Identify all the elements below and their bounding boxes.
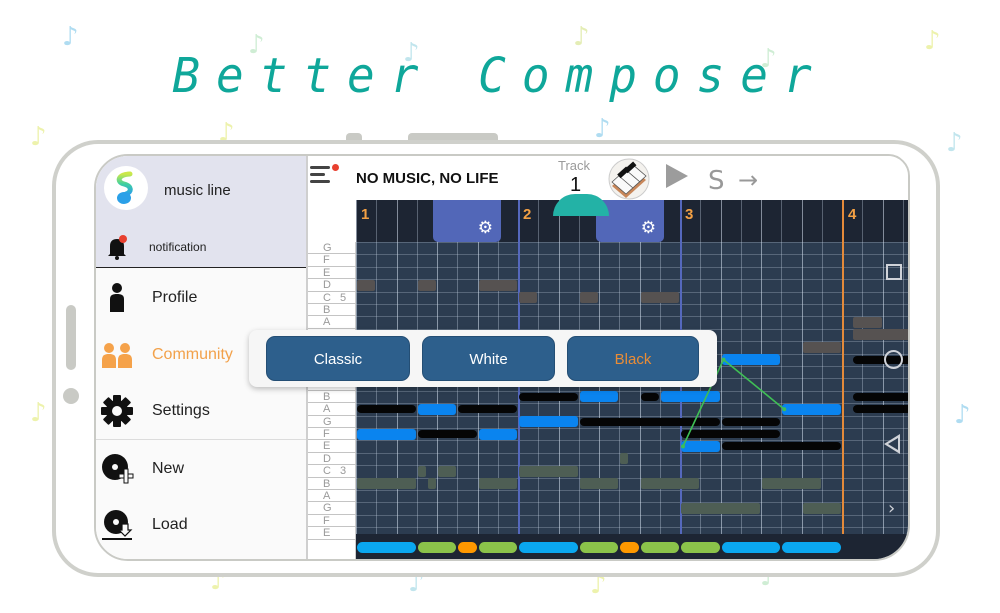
note-anchor <box>721 357 726 362</box>
gear-icon <box>100 394 134 428</box>
piano-key[interactable]: B <box>308 478 356 490</box>
back-nav-icon-inner <box>888 438 898 450</box>
notification-dot <box>332 164 339 171</box>
piano-key[interactable]: E <box>308 267 356 280</box>
chord-block[interactable] <box>417 542 457 553</box>
piano-key[interactable]: F <box>308 254 356 267</box>
decorative-note-icon: ♪ <box>954 400 971 430</box>
piano-key[interactable]: D <box>308 279 356 292</box>
menu-item-load[interactable]: Load <box>96 497 306 553</box>
piano-key[interactable]: G <box>308 242 356 255</box>
drawer-header: music line notification <box>96 156 306 268</box>
piano-key[interactable]: C5 <box>308 292 356 304</box>
note-anchor <box>681 444 685 449</box>
menu-item-label: New <box>152 460 185 477</box>
chord-block[interactable] <box>681 542 720 553</box>
octave-label: 3 <box>340 465 347 478</box>
menu-item-label: Profile <box>152 289 198 306</box>
person-icon <box>100 281 134 315</box>
promo-stage: ♪ ♪ ♪ ♪ ♪ ♪ ♪ ♪ ♪ ♪ ♪ ♪ ♪ ♪ ♪ ♪ Better C… <box>0 0 1000 613</box>
menu-item-label: Load <box>152 516 188 533</box>
track-number[interactable]: 1 <box>570 174 581 197</box>
track-label: Track <box>558 158 591 173</box>
piano-key[interactable]: G <box>308 416 356 428</box>
notification-label[interactable]: notification <box>149 240 206 254</box>
song-title[interactable]: NO MUSIC, NO LIFE <box>356 170 499 187</box>
piano-instrument-icon[interactable] <box>608 158 650 200</box>
menu-item-label: Community <box>152 346 233 363</box>
menu-icon[interactable] <box>310 164 339 186</box>
bell-icon[interactable] <box>106 234 130 267</box>
next-track-button[interactable]: → <box>738 166 758 194</box>
theme-classic-button[interactable]: Classic <box>266 336 410 381</box>
chord-block[interactable] <box>519 542 578 553</box>
phone-camera <box>63 388 79 404</box>
piano-key[interactable]: C3 <box>308 465 356 478</box>
app-name: music line <box>164 182 231 199</box>
piano-key[interactable]: G <box>308 502 356 515</box>
chord-block[interactable] <box>579 542 619 553</box>
menu-item-new[interactable]: New <box>96 441 306 497</box>
app-logo-icon <box>104 166 148 210</box>
drawer-divider <box>96 439 306 440</box>
track-indicator <box>553 194 609 216</box>
piano-key[interactable]: F <box>308 428 356 441</box>
piano-key[interactable]: A <box>308 403 356 416</box>
more-nav-icon[interactable]: › <box>888 498 895 519</box>
menu-item-settings[interactable]: Settings <box>96 383 306 439</box>
chord-block[interactable] <box>458 542 477 553</box>
play-button[interactable] <box>666 164 688 188</box>
home-nav-icon[interactable] <box>884 350 903 369</box>
piano-key[interactable]: B <box>308 391 356 404</box>
theme-white-button[interactable]: White <box>422 336 555 381</box>
octave-label: 5 <box>340 291 347 304</box>
menu-item-profile[interactable]: Profile <box>96 270 306 326</box>
chord-block[interactable] <box>357 542 416 553</box>
menu-item-label: Settings <box>152 402 210 419</box>
piano-key[interactable]: D <box>308 453 356 466</box>
piano-key[interactable]: A <box>308 490 356 503</box>
theme-selector-popup: Classic White Black <box>249 330 717 387</box>
chord-block[interactable] <box>620 542 639 553</box>
decorative-note-icon: ♪ <box>30 398 47 428</box>
chord-block[interactable] <box>721 542 781 553</box>
headline: Better Composer <box>172 46 828 104</box>
chord-block[interactable] <box>478 542 517 553</box>
load-disc-icon <box>100 508 134 542</box>
piano-key[interactable]: B <box>308 304 356 317</box>
piano-key[interactable]: A <box>308 316 356 329</box>
new-disc-icon <box>100 452 134 486</box>
community-icon <box>100 338 134 372</box>
chord-block[interactable] <box>782 542 841 553</box>
note-anchor <box>782 407 787 412</box>
piano-keys[interactable]: GFEDC5BAGFEDC4BAGFEDC3BAGFE <box>308 242 356 559</box>
top-bar: NO MUSIC, NO LIFE Track 1 S → <box>308 156 908 216</box>
piano-key[interactable]: E <box>308 527 356 540</box>
piano-key[interactable]: F <box>308 515 356 528</box>
decorative-note-icon: ♪ <box>30 122 47 152</box>
solo-button[interactable]: S <box>708 166 725 196</box>
chord-block[interactable] <box>640 542 679 553</box>
phone-speaker <box>66 305 76 370</box>
theme-black-button[interactable]: Black <box>567 336 699 381</box>
piano-key[interactable]: E <box>308 440 356 453</box>
decorative-note-icon: ♪ <box>946 128 963 158</box>
phone-screen: GFEDC5BAGFEDC4BAGFEDC3BAGFE ⚙ ⚙ 1 2 3 4 … <box>94 154 910 561</box>
recents-nav-icon[interactable] <box>886 264 902 280</box>
